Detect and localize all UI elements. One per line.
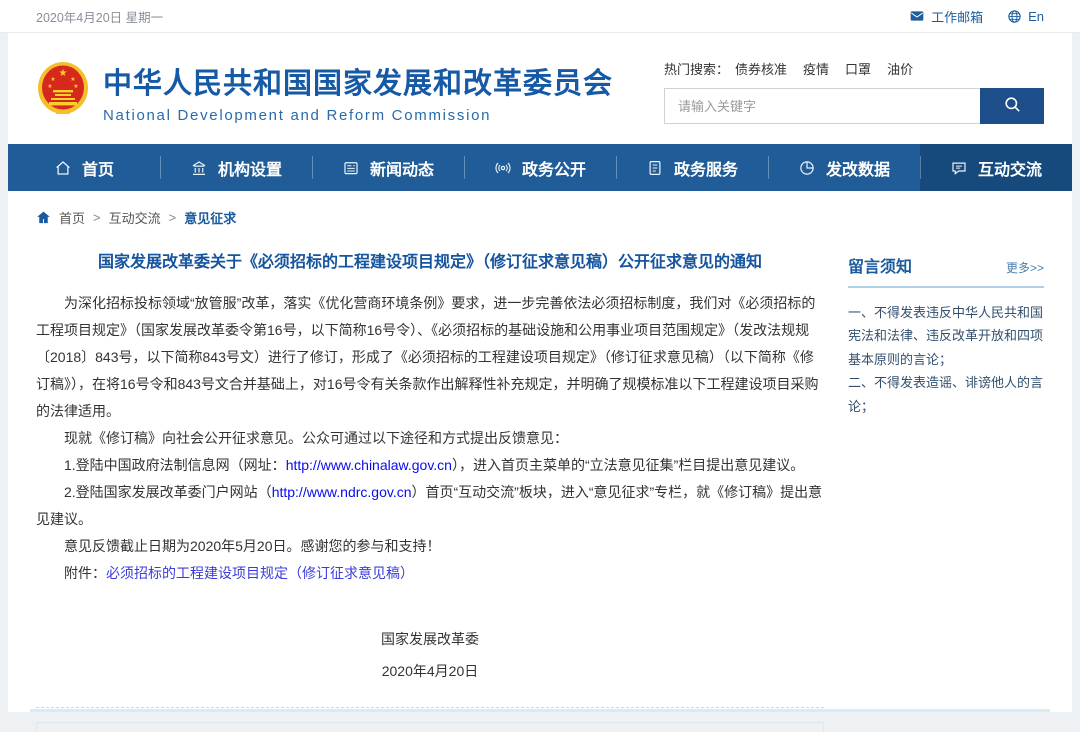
site-brand[interactable]: ★ ★ ★ ★ ★ 中华人民共和国国家发展和改革委员会 National Dev… [36, 60, 613, 124]
search-box [664, 88, 1044, 124]
article-paragraph: 为深化招标投标领域“放管服”改革，落实《优化营商环境条例》要求，进一步完善依法必… [36, 290, 824, 425]
nav-item-label: 政务公开 [522, 156, 586, 180]
hot-search-item[interactable]: 疫情 [803, 59, 829, 78]
paragraph-text: 为深化招标投标领域“放管服”改革，落实《优化营商环境条例》要求，进一步完善依法必… [36, 295, 819, 419]
main-nav: 首页 机构设置 新闻动态 政务公开 政务服务 发改数据 互动交流 [8, 144, 1072, 191]
hot-search-bar: 热门搜索： 债券核准疫情口罩油价 [664, 59, 1044, 78]
notice-rule-item: 一、不得发表违反中华人民共和国宪法和法律、违反改革开放和四项基本原则的言论； [848, 301, 1044, 371]
sidebar-notice-panel: 留言须知 更多>> 一、不得发表违反中华人民共和国宪法和法律、违反改革开放和四项… [848, 253, 1044, 732]
signature-name: 国家发展改革委 [36, 623, 824, 655]
nav-item-label: 互动交流 [978, 156, 1042, 180]
topbar-links: 工作邮箱 En [909, 7, 1044, 26]
article-title: 国家发展改革委关于《必须招标的工程建设项目规定》（修订征求意见稿）公开征求意见的… [36, 251, 824, 275]
mail-icon [909, 8, 925, 24]
page-container: ★ ★ ★ ★ ★ 中华人民共和国国家发展和改革委员会 National Dev… [8, 33, 1072, 712]
chat-icon [950, 158, 969, 177]
article-paragraph: 现就《修订稿》向社会公开征求意见。公众可通过以下途径和方式提出反馈意见： [36, 425, 824, 452]
broadcast-icon [494, 158, 513, 177]
inline-url-link[interactable]: http://www.chinalaw.gov.cn [286, 457, 452, 473]
svg-text:★: ★ [73, 83, 78, 90]
globe-icon [1007, 9, 1022, 24]
site-title-en: National Development and Reform Commissi… [103, 107, 613, 124]
notice-rule-item: 二、不得发表造谣、诽谤他人的言论； [848, 371, 1044, 418]
institution-icon [190, 158, 209, 177]
document-icon [646, 158, 665, 177]
signature-date: 2020年4月20日 [36, 655, 824, 687]
nav-item-home[interactable]: 首页 [8, 144, 160, 191]
paragraph-text: ），进入首页主菜单的“立法意见征集”栏目提出意见建议。 [452, 457, 804, 473]
notice-rules: 一、不得发表违反中华人民共和国宪法和法律、违反改革开放和四项基本原则的言论；二、… [848, 301, 1044, 418]
article-paragraph: 1.登陆中国政府法制信息网（网址：http://www.chinalaw.gov… [36, 452, 824, 479]
svg-text:★: ★ [70, 76, 75, 83]
hot-search-label: 热门搜索： [664, 59, 729, 78]
brand-text: 中华人民共和国国家发展和改革委员会 National Development a… [103, 60, 613, 124]
site-title-zh: 中华人民共和国国家发展和改革委员会 [103, 60, 613, 102]
breadcrumb-item: 意见征求 [184, 208, 236, 227]
svg-text:★: ★ [59, 68, 68, 79]
work-mail-link[interactable]: 工作邮箱 [909, 7, 983, 26]
search-button[interactable] [980, 88, 1044, 124]
article-paragraph: 意见反馈截止日期为2020年5月20日。感谢您的参与和支持！ [36, 533, 824, 560]
article-body: 为深化招标投标领域“放管服”改革，落实《优化营商环境条例》要求，进一步完善依法必… [36, 290, 824, 587]
search-input[interactable] [664, 88, 980, 124]
paragraph-text: 2.登陆国家发展改革委门户网站（ [64, 484, 272, 500]
nav-item-label: 政务服务 [674, 156, 738, 180]
svg-text:★: ★ [47, 83, 52, 90]
more-link[interactable]: 更多>> [1006, 259, 1044, 276]
inline-url-link[interactable]: http://www.ndrc.gov.cn [272, 484, 412, 500]
nav-item-open[interactable]: 政务公开 [464, 144, 616, 191]
breadcrumb-item[interactable]: 互动交流 [109, 208, 161, 227]
hot-search-items: 债券核准疫情口罩油价 [735, 59, 913, 78]
hot-search-item[interactable]: 债券核准 [735, 59, 787, 78]
topbar: 2020年4月20日 星期一 工作邮箱 En [0, 0, 1080, 33]
article: 国家发展改革委关于《必须招标的工程建设项目规定》（修订征求意见稿）公开征求意见的… [36, 238, 824, 732]
home-icon [36, 210, 51, 225]
breadcrumb-separator: > [93, 210, 101, 225]
home-icon [54, 158, 73, 177]
breadcrumb-item[interactable]: 首页 [59, 208, 85, 227]
next-section-box [36, 722, 824, 732]
notice-title: 留言须知 [848, 253, 912, 277]
signature-block: 国家发展改革委 2020年4月20日 [36, 623, 824, 687]
breadcrumb: 首页 > 互动交流 > 意见征求 [8, 191, 1072, 236]
pie-chart-icon [798, 158, 817, 177]
search-icon [1003, 95, 1022, 117]
breadcrumb-separator: > [169, 210, 177, 225]
attachment-link[interactable]: 必须招标的工程建设项目规定（修订征求意见稿） [106, 565, 414, 581]
current-date: 2020年4月20日 星期一 [36, 7, 163, 26]
national-emblem-logo: ★ ★ ★ ★ ★ [36, 60, 90, 123]
breadcrumb-items: 首页 > 互动交流 > 意见征求 [59, 208, 236, 227]
nav-item-service[interactable]: 政务服务 [616, 144, 768, 191]
nav-item-label: 首页 [82, 156, 114, 180]
nav-item-news[interactable]: 新闻动态 [312, 144, 464, 191]
nav-item-org[interactable]: 机构设置 [160, 144, 312, 191]
article-paragraph: 2.登陆国家发展改革委门户网站（http://www.ndrc.gov.cn）首… [36, 479, 824, 533]
paragraph-text: 1.登陆中国政府法制信息网（网址： [64, 457, 286, 473]
svg-text:★: ★ [50, 76, 55, 83]
nav-item-data[interactable]: 发改数据 [768, 144, 920, 191]
paragraph-text: 现就《修订稿》向社会公开征求意见。公众可通过以下途径和方式提出反馈意见： [64, 430, 568, 446]
paragraph-text: 附件： [64, 565, 106, 581]
site-header: ★ ★ ★ ★ ★ 中华人民共和国国家发展和改革委员会 National Dev… [8, 33, 1072, 144]
paragraph-text: 意见反馈截止日期为2020年5月20日。感谢您的参与和支持！ [64, 538, 441, 554]
language-label: En [1028, 9, 1044, 24]
work-mail-label: 工作邮箱 [931, 7, 983, 26]
nav-item-label: 机构设置 [218, 156, 282, 180]
news-icon [342, 158, 361, 177]
language-switch-link[interactable]: En [1007, 9, 1044, 24]
search-area: 热门搜索： 债券核准疫情口罩油价 [664, 59, 1044, 124]
sidebar-header: 留言须知 更多>> [848, 253, 1044, 288]
nav-item-label: 新闻动态 [370, 156, 434, 180]
hot-search-item[interactable]: 油价 [887, 59, 913, 78]
nav-item-interact[interactable]: 互动交流 [920, 144, 1072, 191]
nav-item-label: 发改数据 [826, 156, 890, 180]
dashed-divider [36, 707, 824, 708]
article-paragraph: 附件：必须招标的工程建设项目规定（修订征求意见稿） [36, 560, 824, 587]
main-content: 国家发展改革委关于《必须招标的工程建设项目规定》（修订征求意见稿）公开征求意见的… [8, 236, 1072, 732]
hot-search-item[interactable]: 口罩 [845, 59, 871, 78]
